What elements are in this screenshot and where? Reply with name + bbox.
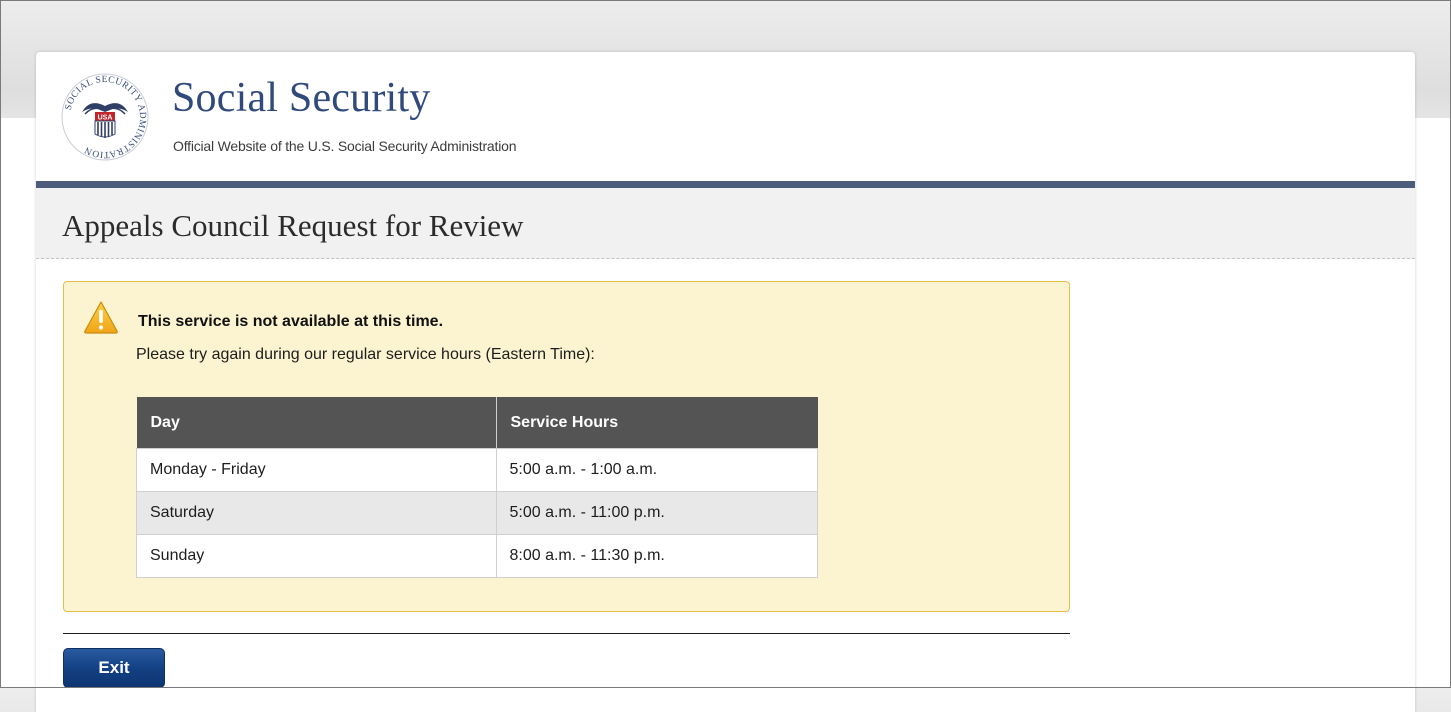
alert-heading: This service is not available at this ti…: [138, 313, 444, 330]
hours-cell: 5:00 a.m. - 1:00 a.m.: [495, 448, 818, 492]
day-cell: Saturday: [136, 491, 497, 535]
site-subtitle: Official Website of the U.S. Social Secu…: [173, 138, 517, 154]
table-row: Sunday 8:00 a.m. - 11:30 p.m.: [136, 534, 818, 578]
hours-cell: 5:00 a.m. - 11:00 p.m.: [495, 491, 818, 535]
site-header: SOCIAL SECURITY ADMINISTRATION USA Socia…: [36, 52, 1415, 181]
site-title[interactable]: Social Security: [172, 74, 430, 122]
table-header-row: Day Service Hours: [136, 397, 818, 449]
warning-icon: [84, 301, 118, 334]
hours-cell: 8:00 a.m. - 11:30 p.m.: [495, 534, 818, 578]
column-header-day: Day: [136, 397, 497, 449]
table-row: Monday - Friday 5:00 a.m. - 1:00 a.m.: [136, 448, 818, 492]
day-cell: Sunday: [136, 534, 497, 578]
page-card: SOCIAL SECURITY ADMINISTRATION USA Socia…: [36, 52, 1415, 712]
header-divider: [36, 181, 1415, 188]
exit-button[interactable]: Exit: [63, 648, 165, 688]
alert-message: Please try again during our regular serv…: [136, 346, 595, 363]
svg-text:USA: USA: [98, 115, 113, 122]
page-title: Appeals Council Request for Review: [62, 208, 524, 243]
table-row: Saturday 5:00 a.m. - 11:00 p.m.: [136, 491, 818, 535]
ssa-seal-logo[interactable]: SOCIAL SECURITY ADMINISTRATION USA: [60, 72, 150, 162]
column-header-service-hours: Service Hours: [496, 397, 818, 449]
content-divider: [63, 633, 1070, 634]
day-cell: Monday - Friday: [136, 448, 497, 492]
page-title-bar: Appeals Council Request for Review: [36, 188, 1415, 259]
service-unavailable-alert: This service is not available at this ti…: [63, 281, 1070, 612]
service-hours-table: Day Service Hours Monday - Friday 5:00 a…: [136, 397, 818, 578]
